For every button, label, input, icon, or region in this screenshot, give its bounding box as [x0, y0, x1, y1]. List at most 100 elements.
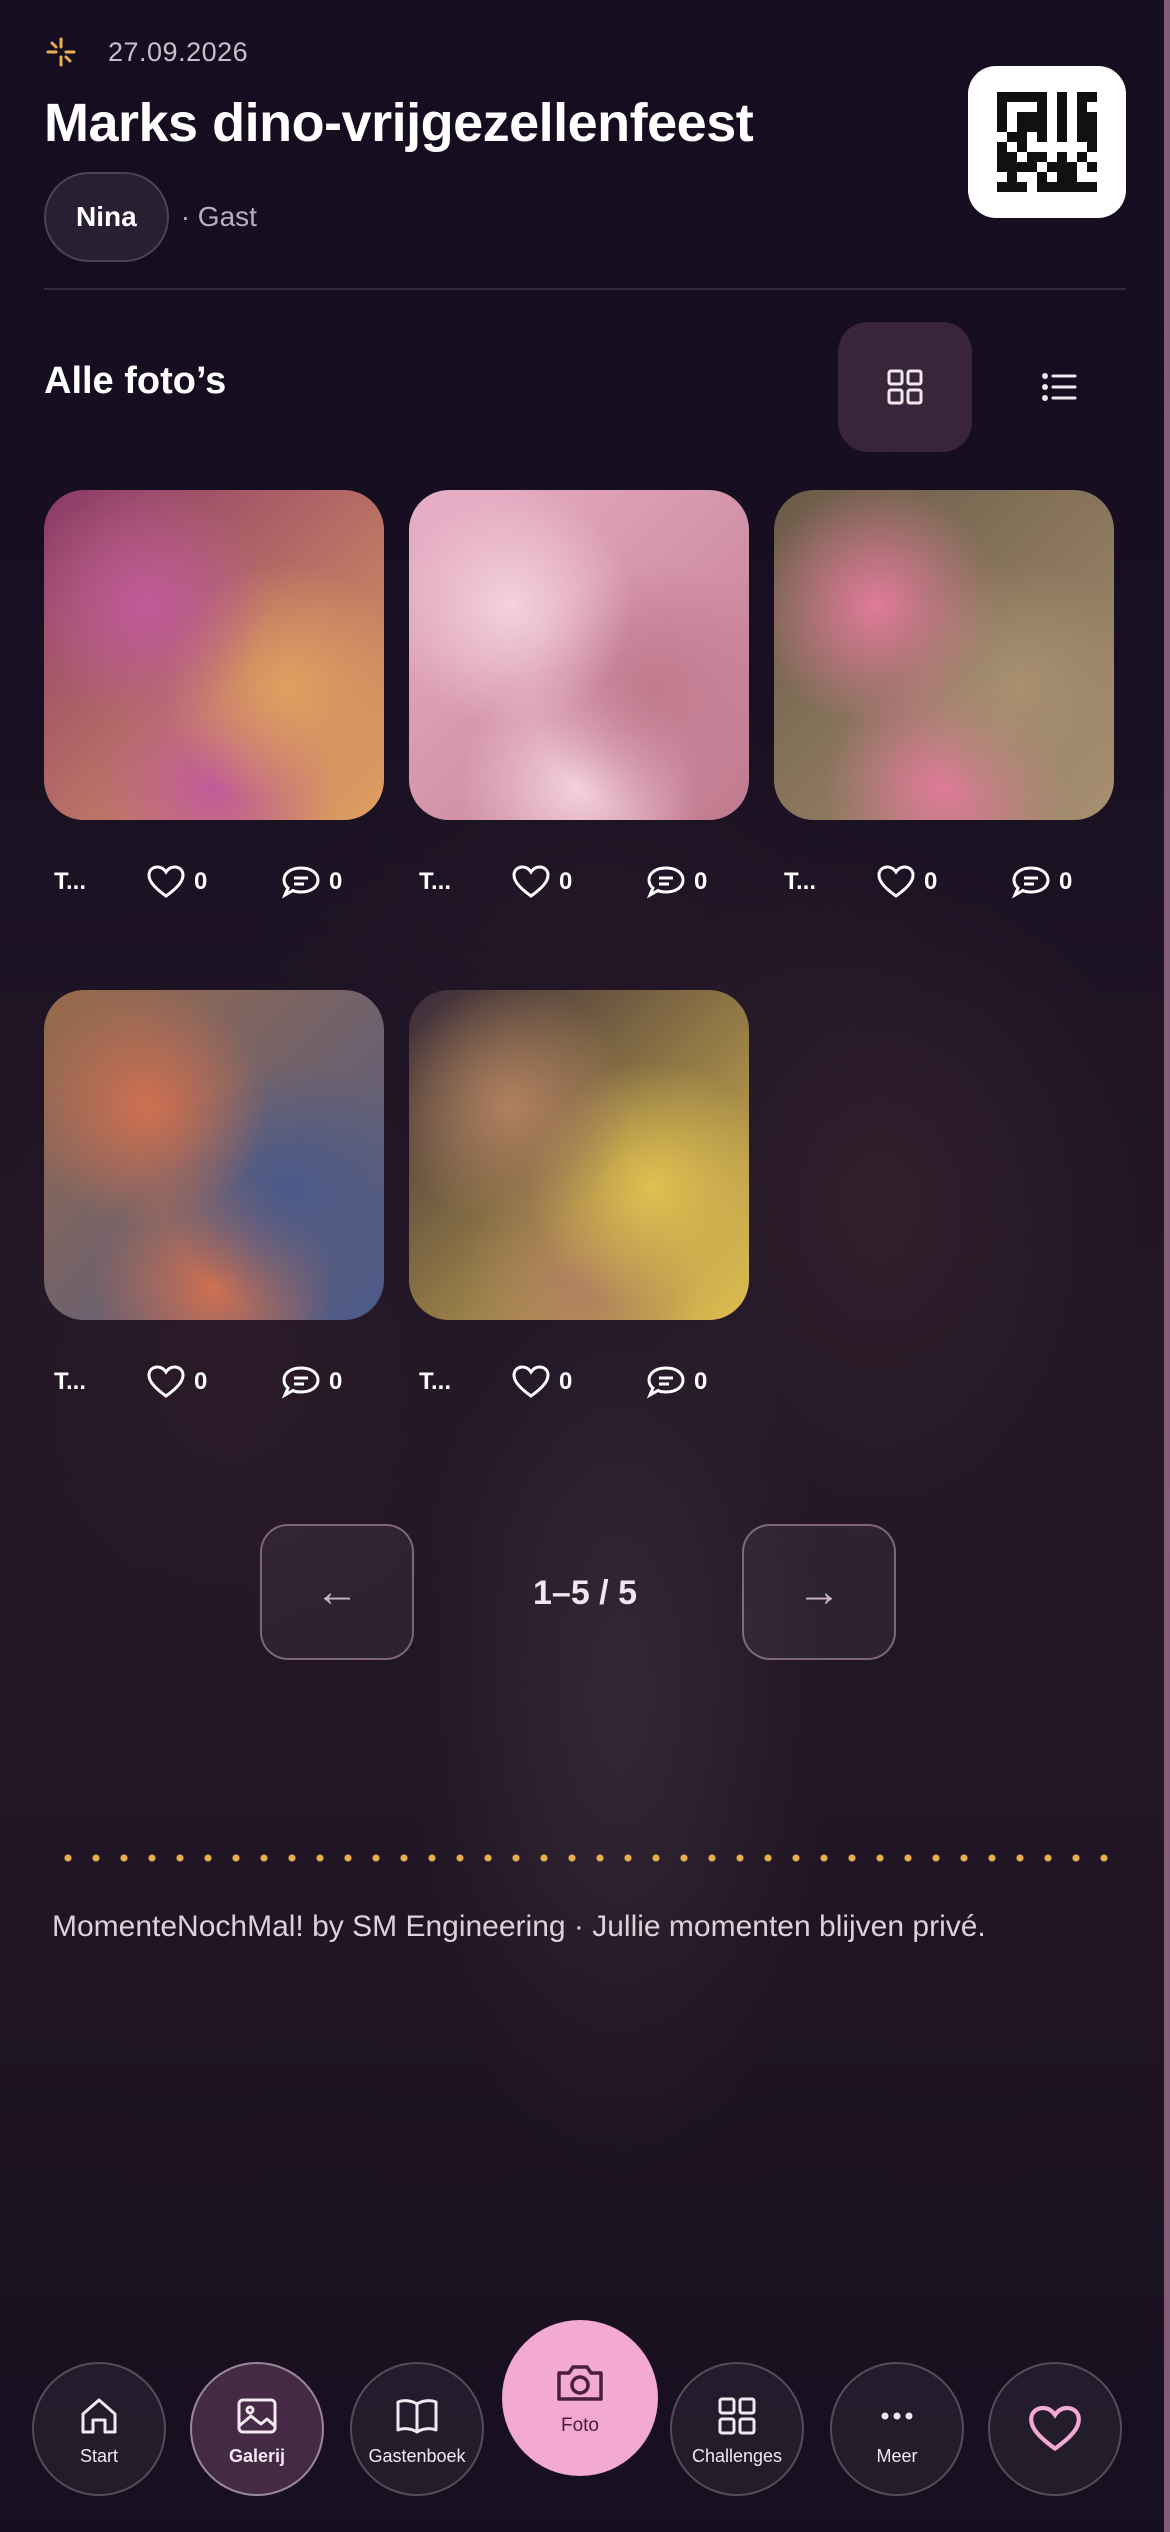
comment-count: 0 — [694, 868, 708, 895]
qr-module — [1067, 132, 1077, 142]
heart-icon — [877, 865, 915, 898]
comment-icon — [281, 866, 320, 899]
qr-module — [1027, 92, 1037, 102]
comment-button[interactable]: 0 — [281, 1365, 342, 1399]
qr-module — [1037, 112, 1047, 122]
qr-module — [1077, 152, 1087, 162]
like-button[interactable]: 0 — [146, 865, 281, 899]
qr-module — [997, 152, 1007, 162]
qr-module — [1007, 142, 1017, 152]
user-name-pill[interactable]: Nina — [44, 172, 169, 262]
photo-meta: T... 0 0 — [419, 865, 749, 899]
photo-thumbnail[interactable] — [44, 990, 384, 1320]
qr-module — [997, 182, 1007, 192]
camera-icon — [557, 2365, 603, 2401]
nav-start[interactable]: Start — [32, 2362, 166, 2496]
qr-module — [1067, 112, 1077, 122]
date-row: 27.09.2026 — [44, 30, 1126, 74]
qr-module — [997, 102, 1007, 112]
photo-tile[interactable]: T... 0 0 — [44, 490, 384, 899]
qr-module — [1087, 132, 1097, 142]
nav-gastenboek[interactable]: Gastenboek — [350, 2362, 484, 2496]
like-button[interactable]: 0 — [511, 1365, 646, 1399]
favorite-button[interactable] — [988, 2362, 1122, 2496]
comment-icon — [1011, 866, 1050, 899]
qr-module — [1067, 92, 1077, 102]
book-icon — [396, 2398, 438, 2433]
comment-button[interactable]: 0 — [281, 865, 342, 899]
nav-start-label: Start — [79, 2445, 118, 2466]
edge-accent — [1164, 0, 1170, 2532]
qr-module — [1017, 112, 1027, 122]
qr-code-button[interactable] — [968, 66, 1126, 218]
qr-module — [1037, 92, 1047, 102]
user-role: · Gast — [180, 201, 257, 232]
like-button[interactable]: 0 — [876, 865, 1011, 899]
qr-module — [1077, 102, 1087, 112]
qr-module — [1017, 102, 1027, 112]
qr-module — [1007, 112, 1017, 122]
photo-title: T... — [54, 868, 87, 895]
photo-meta: T... 0 0 — [54, 865, 384, 899]
list-view-button[interactable] — [992, 322, 1126, 452]
like-count: 0 — [559, 868, 573, 895]
qr-module — [1027, 162, 1037, 172]
qr-module — [1087, 112, 1097, 122]
qr-module — [1057, 132, 1067, 142]
qr-module — [1047, 132, 1057, 142]
qr-module — [997, 122, 1007, 132]
nav-foto-button[interactable]: Foto — [502, 2320, 658, 2476]
grid-view-button[interactable] — [838, 322, 972, 452]
qr-module — [1057, 142, 1067, 152]
qr-module — [1087, 92, 1097, 102]
comment-count: 0 — [329, 1368, 343, 1395]
qr-module — [1057, 152, 1067, 162]
qr-module — [1007, 102, 1017, 112]
photo-thumbnail[interactable] — [409, 990, 749, 1320]
comment-count: 0 — [1059, 868, 1073, 895]
qr-module — [1007, 122, 1017, 132]
comment-button[interactable]: 0 — [646, 1365, 707, 1399]
qr-module — [1017, 132, 1027, 142]
photo-thumbnail[interactable] — [774, 490, 1114, 820]
nav-challenges-label: Challenges — [691, 2445, 783, 2466]
comment-button[interactable]: 0 — [1011, 865, 1072, 899]
like-count: 0 — [559, 1368, 573, 1395]
qr-module — [997, 112, 1007, 122]
qr-module — [1087, 182, 1097, 192]
photo-tile[interactable]: T... 0 0 — [409, 490, 749, 899]
next-page-button[interactable]: → — [742, 1524, 896, 1660]
comment-button[interactable]: 0 — [646, 865, 707, 899]
qr-module — [1057, 122, 1067, 132]
nav-galerij[interactable]: Galerij — [190, 2362, 324, 2496]
qr-module — [1077, 92, 1087, 102]
photo-tile[interactable]: T... 0 0 — [44, 990, 384, 1399]
qr-module — [1057, 112, 1067, 122]
photo-title: T... — [54, 1368, 87, 1395]
nav-meer[interactable]: Meer — [830, 2362, 964, 2496]
qr-module — [1037, 162, 1047, 172]
photo-meta: T... 0 0 — [419, 1365, 749, 1399]
like-button[interactable]: 0 — [146, 1365, 281, 1399]
photo-thumbnail[interactable] — [409, 490, 749, 820]
qr-module — [1087, 102, 1097, 112]
photo-title: T... — [419, 868, 452, 895]
qr-module — [1037, 122, 1047, 132]
qr-module — [1047, 102, 1057, 112]
like-button[interactable]: 0 — [511, 865, 646, 899]
comment-icon — [646, 866, 685, 899]
sparkle-icon — [44, 35, 78, 69]
qr-module — [1017, 122, 1027, 132]
photo-tile[interactable]: T... 0 0 — [774, 490, 1114, 899]
qr-module — [1047, 112, 1057, 122]
photo-thumbnail[interactable] — [44, 490, 384, 820]
nav-galerij-label: Galerij — [228, 2445, 286, 2466]
grid-icon — [887, 369, 923, 405]
user-row: Nina · Gast — [44, 172, 1126, 262]
nav-challenges[interactable]: Challenges — [670, 2362, 804, 2496]
dotted-divider — [54, 1854, 1114, 1862]
qr-module — [1027, 132, 1037, 142]
qr-module — [1057, 102, 1067, 112]
qr-module — [1077, 162, 1087, 172]
photo-tile[interactable]: T... 0 0 — [409, 990, 749, 1399]
